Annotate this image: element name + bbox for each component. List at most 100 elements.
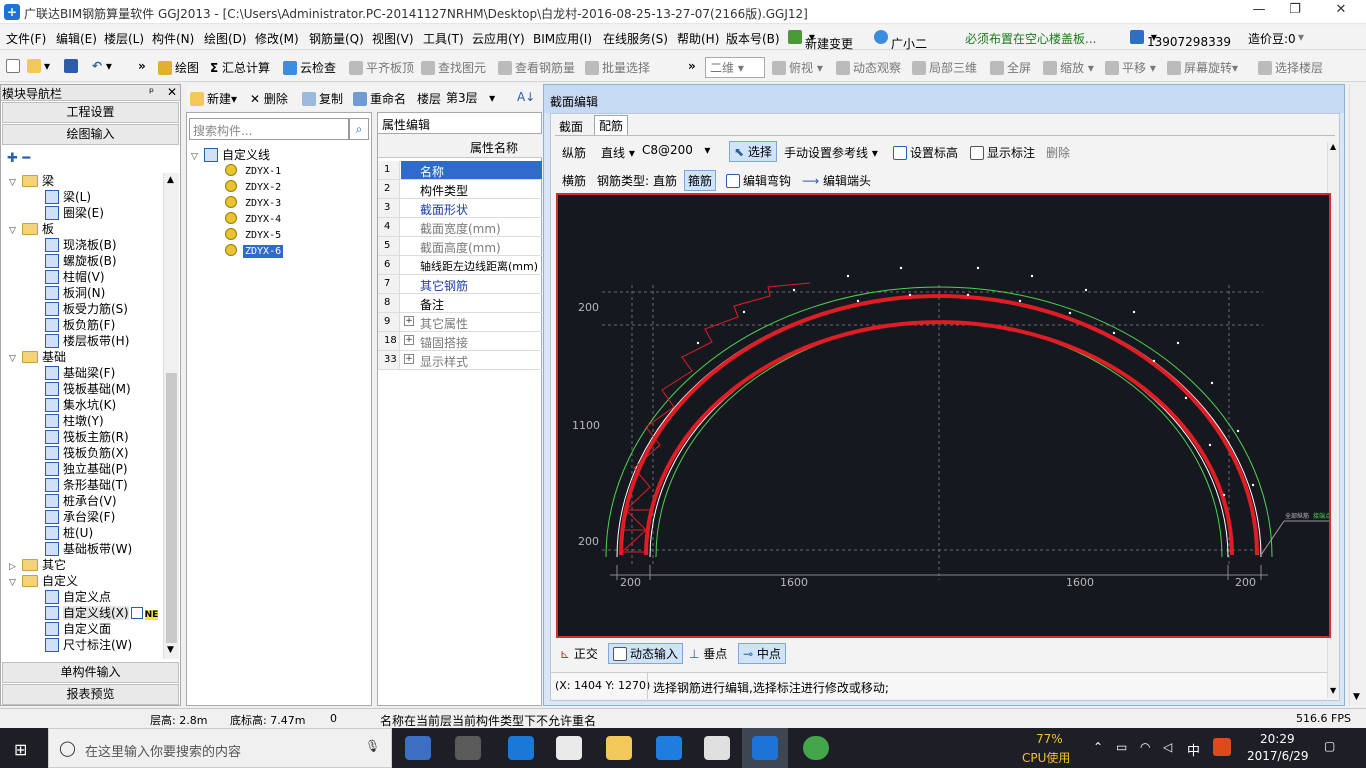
component-list-item[interactable]: ZDYX-1 — [225, 162, 283, 178]
property-row[interactable]: 18 + 锚固搭接 — [378, 332, 542, 351]
nav-folder[interactable]: ▽ 梁 — [9, 173, 54, 189]
volume-icon[interactable]: ◁ — [1163, 740, 1172, 754]
delete-rebar-button[interactable]: 删除 — [1046, 144, 1070, 161]
nav-item[interactable]: 楼层板带(H) — [45, 333, 129, 349]
taskbar-search[interactable]: ◯ 在这里输入你要搜索的内容 🎙 — [48, 728, 392, 768]
manual-ref-line-button[interactable]: 手动设置参考线 ▾ — [784, 144, 878, 161]
nav-item[interactable]: 筏板负筋(X) — [45, 445, 129, 461]
search-icon[interactable]: ⌕ — [349, 118, 369, 140]
copy-component-button[interactable]: 复制 — [302, 90, 343, 107]
nav-folder[interactable]: ▽ 板 — [9, 221, 54, 237]
nav-item[interactable]: 尺寸标注(W) — [45, 637, 132, 653]
menu-modify[interactable]: 修改(M) — [255, 30, 299, 47]
property-row[interactable]: 5 截面高度(mm) — [378, 237, 542, 256]
property-row[interactable]: 3 截面形状 — [378, 199, 542, 218]
property-row[interactable]: 1 名称 — [378, 161, 542, 180]
maximize-button[interactable]: ❐ — [1280, 2, 1310, 22]
nav-item[interactable]: 桩承台(V) — [45, 493, 117, 509]
nav-item[interactable]: 筏板基础(M) — [45, 381, 131, 397]
sogou-ime-icon[interactable] — [1213, 738, 1231, 756]
edge-browser-icon[interactable] — [508, 736, 534, 760]
project-settings-button[interactable]: 工程设置 — [2, 102, 179, 123]
save-icon[interactable] — [64, 59, 81, 73]
batch-select-button[interactable]: 批量选择 — [585, 59, 650, 76]
component-root[interactable]: ▽ 自定义线 — [191, 146, 270, 163]
draw-button[interactable]: 绘图 — [158, 59, 199, 76]
file-explorer-icon[interactable] — [606, 736, 632, 760]
single-input-button[interactable]: 单构件输入 — [2, 662, 179, 683]
fullscreen-button[interactable]: 全屏 — [990, 59, 1031, 76]
expand-all-icon[interactable]: ✚ ━ — [7, 151, 30, 166]
open-folder-icon[interactable]: ▾ — [27, 59, 50, 73]
set-elevation-button[interactable]: 设置标高 — [893, 144, 958, 161]
taskbar-green-icon[interactable] — [803, 736, 829, 760]
expand-row-icon[interactable]: + — [404, 316, 414, 326]
component-list-item[interactable]: ZDYX-4 — [225, 210, 283, 226]
nav-folder[interactable]: ▽ 自定义 — [9, 573, 78, 589]
nav-item[interactable]: 柱帽(V) — [45, 269, 105, 285]
close-panel-icon[interactable]: ✕ — [167, 85, 177, 99]
notification-icon[interactable]: ▢ — [1324, 739, 1335, 753]
rename-component-button[interactable]: 重命名 — [353, 90, 406, 107]
nav-item[interactable]: 基础梁(F) — [45, 365, 115, 381]
straight-bar-button[interactable]: 直筋 — [653, 172, 677, 189]
nav-item[interactable]: 柱墩(Y) — [45, 413, 104, 429]
nav-item[interactable]: 现浇板(B) — [45, 237, 117, 253]
menu-new-change[interactable]: 新建变更 ▾ — [788, 30, 853, 51]
menu-chevron-icon[interactable]: ▾ — [1298, 30, 1304, 44]
expand-row-icon[interactable]: + — [404, 354, 414, 364]
undo-icon[interactable]: ↶ ▾ — [92, 59, 112, 73]
menu-floor[interactable]: 楼层(L) — [104, 30, 144, 47]
nav-item[interactable]: 自定义点 — [45, 589, 111, 605]
sort-icon[interactable]: A↓ — [517, 90, 535, 104]
component-search-field[interactable]: 搜索构件... — [189, 118, 349, 140]
top-view-button[interactable]: 俯视 ▾ — [772, 59, 823, 76]
nav-item[interactable]: 螺旋板(B) — [45, 253, 117, 269]
nav-item[interactable]: 板受力筋(S) — [45, 301, 128, 317]
select-floor-button[interactable]: 选择楼层 — [1258, 59, 1323, 76]
delete-component-button[interactable]: ✕ 删除 — [250, 90, 288, 107]
nav-item[interactable]: 集水坑(K) — [45, 397, 116, 413]
stirrup-button[interactable]: 箍筋 — [684, 170, 717, 191]
pin-icon[interactable]: ᵖ — [149, 85, 154, 99]
menu-rebar-qty[interactable]: 钢筋量(Q) — [309, 30, 364, 47]
wifi-icon[interactable]: ◠ — [1140, 740, 1150, 754]
find-element-button[interactable]: 查找图元 — [421, 59, 486, 76]
glodon-cloud-icon[interactable] — [704, 736, 730, 760]
nav-scrollbar[interactable]: ▲ ▼ — [163, 173, 179, 659]
property-row[interactable]: 33 + 显示样式 — [378, 351, 542, 370]
tab-reinforcement[interactable]: 配筋 — [594, 115, 629, 136]
nav-item[interactable]: 基础板带(W) — [45, 541, 132, 557]
cloud-check-button[interactable]: 云检查 — [283, 59, 336, 76]
menu-version[interactable]: 版本号(B) — [726, 30, 780, 47]
microphone-icon[interactable]: 🎙 — [365, 739, 380, 753]
dynamic-observe-button[interactable]: 动态观察 — [836, 59, 901, 76]
menu-edit[interactable]: 编辑(E) — [56, 30, 97, 47]
battery-icon[interactable]: ▭ — [1116, 740, 1127, 754]
ggj-app-icon[interactable] — [752, 736, 778, 760]
scroll-thumb[interactable] — [166, 373, 177, 643]
callout-green-label[interactable]: 接端点 — [1313, 512, 1331, 520]
glodon-app-icon[interactable] — [656, 736, 682, 760]
tab-section[interactable]: 截面 — [555, 116, 587, 137]
ime-indicator[interactable]: 中 — [1187, 740, 1200, 759]
nav-item[interactable]: 条形基础(T) — [45, 477, 128, 493]
perpendicular-snap-button[interactable]: ⊥ 垂点 — [689, 645, 727, 662]
nav-item[interactable]: 自定义面 — [45, 621, 111, 637]
close-button[interactable]: ✕ — [1326, 2, 1356, 22]
dynamic-input-button[interactable]: 动态输入 — [608, 643, 684, 664]
component-list-item[interactable]: ZDYX-3 — [225, 194, 283, 210]
summary-calc-button[interactable]: Σ 汇总计算 — [210, 59, 270, 76]
store-icon[interactable] — [556, 736, 582, 760]
nav-item[interactable]: 筏板主筋(R) — [45, 429, 129, 445]
dialog-scroll-down-icon[interactable]: ▼ — [1330, 686, 1336, 695]
callout-label[interactable]: 全部纵筋 — [1285, 512, 1309, 520]
scroll-up-icon[interactable]: ▲ — [167, 175, 174, 185]
menu-guangxiaoer[interactable]: 广小二 — [874, 30, 927, 51]
component-list-item[interactable]: ZDYX-5 — [225, 226, 283, 242]
nav-folder[interactable]: ▷ 其它 — [9, 557, 66, 573]
scroll-down-icon[interactable]: ▼ — [167, 645, 174, 655]
property-tab[interactable]: 属性编辑 — [377, 112, 542, 133]
property-row[interactable]: 4 截面宽度(mm) — [378, 218, 542, 237]
active-app-highlight[interactable] — [742, 728, 788, 768]
